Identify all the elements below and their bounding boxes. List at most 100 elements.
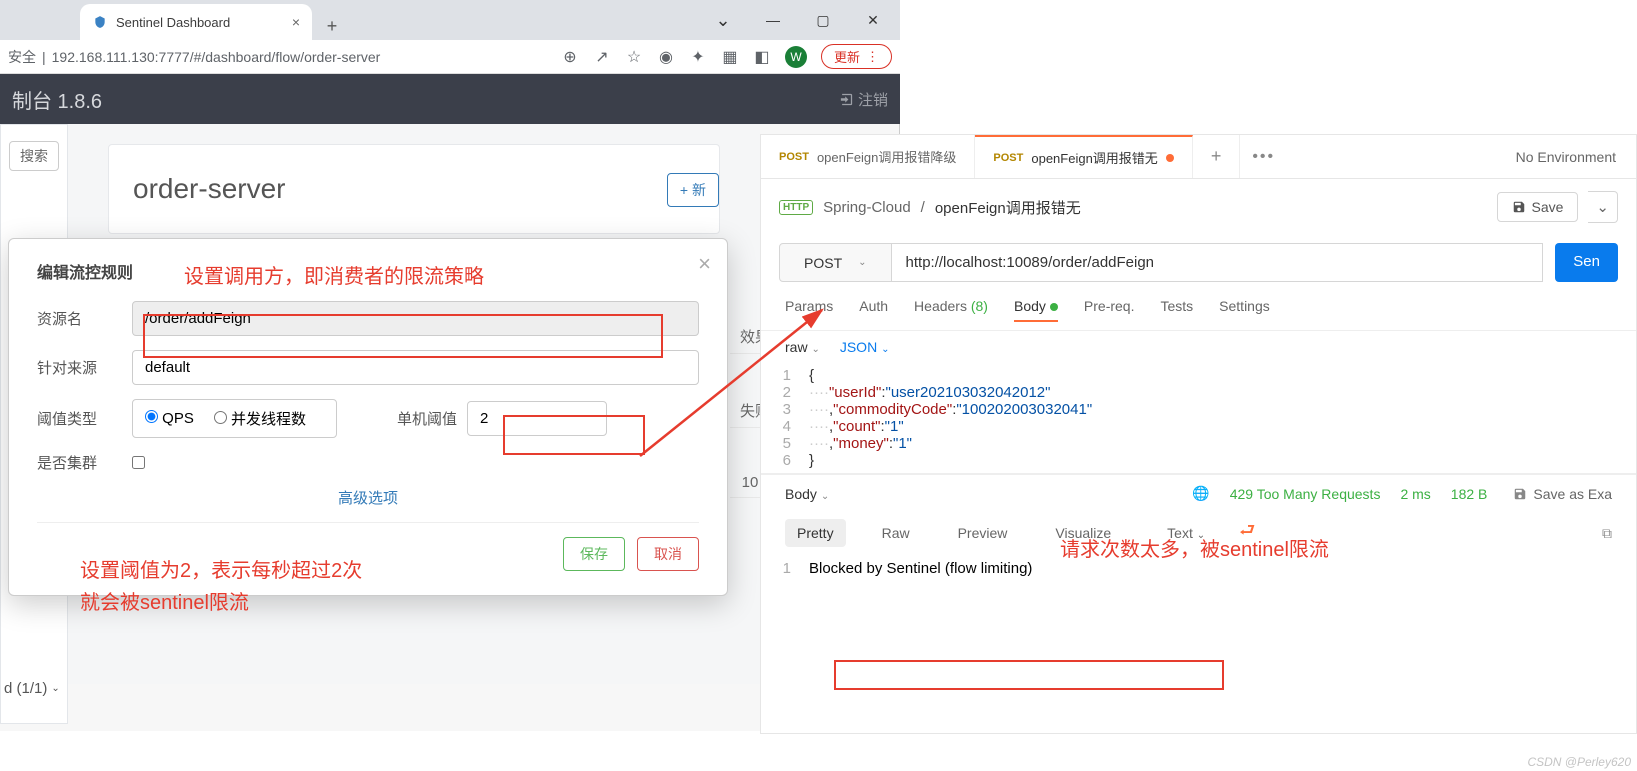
tab-body[interactable]: Body — [1014, 298, 1058, 322]
postman-window: POST openFeign调用报错降级 POST openFeign调用报错无… — [760, 134, 1637, 734]
advanced-link[interactable]: 高级选项 — [37, 487, 699, 508]
search-input[interactable]: 搜索 — [9, 141, 59, 171]
tab-prereq[interactable]: Pre-req. — [1084, 298, 1135, 322]
favicon-icon — [92, 14, 108, 30]
maximize-icon[interactable]: ▢ — [808, 12, 838, 29]
origin-input[interactable] — [132, 350, 699, 385]
window-controls: ⌄ ― ▢ ✕ — [696, 0, 900, 40]
share-icon[interactable]: ↗ — [593, 48, 611, 66]
postman-tabs: POST openFeign调用报错降级 POST openFeign调用报错无… — [761, 135, 1636, 179]
origin-label: 针对来源 — [37, 357, 132, 378]
response-meta: Body ⌄ 🌐 429 Too Many Requests 2 ms 182 … — [761, 474, 1636, 512]
resp-tab-preview[interactable]: Preview — [946, 519, 1020, 547]
tab-settings[interactable]: Settings — [1219, 298, 1270, 322]
request-name[interactable]: openFeign调用报错无 — [935, 197, 1081, 218]
pager-label[interactable]: d (1/1)⌄ — [0, 676, 64, 701]
card: order-server + 新 — [108, 144, 720, 234]
resp-format-text[interactable]: Text ⌄ — [1167, 525, 1205, 541]
resp-tab-pretty[interactable]: Pretty — [785, 519, 846, 547]
tab-headers[interactable]: Headers (8) — [914, 298, 988, 322]
sentinel-header: 制台 1.8.6 注销 — [0, 74, 900, 124]
response-body[interactable]: 1Blocked by Sentinel (flow limiting) — [761, 554, 1636, 583]
logout-link[interactable]: 注销 — [839, 89, 888, 110]
cancel-button[interactable]: 取消 — [637, 537, 699, 571]
watermark: CSDN @Perley620 — [1527, 755, 1631, 769]
wrap-lines-icon[interactable]: ⮐ — [1239, 518, 1255, 548]
profile-avatar[interactable]: W — [785, 46, 807, 68]
body-indicator-icon — [1050, 303, 1058, 311]
blank-tab-space — [0, 4, 80, 40]
method-selector[interactable]: POST⌄ — [779, 243, 892, 282]
minimize-icon[interactable]: ― — [758, 12, 788, 28]
extensions-icon[interactable]: ✦ — [689, 48, 707, 66]
dropdown-icon[interactable]: ⌄ — [708, 10, 738, 31]
save-button[interactable]: Save — [1497, 192, 1579, 222]
translate-icon[interactable]: ⊕ — [561, 48, 579, 66]
star-icon[interactable]: ☆ — [625, 48, 643, 66]
brand-title: 制台 1.8.6 — [12, 85, 102, 114]
tab-params[interactable]: Params — [785, 298, 833, 322]
resource-label: 资源名 — [37, 308, 132, 329]
save-as-example[interactable]: Save as Exa — [1513, 486, 1612, 502]
url-row: POST⌄ Sen — [761, 235, 1636, 290]
radio-thread[interactable]: 并发线程数 — [214, 408, 306, 429]
save-button[interactable]: 保存 — [563, 537, 625, 571]
cluster-checkbox[interactable] — [132, 456, 145, 469]
response-size: 182 B — [1451, 486, 1488, 502]
spiral-icon[interactable]: ◉ — [657, 48, 675, 66]
apps-icon[interactable]: ▦ — [721, 48, 739, 66]
environment-selector[interactable]: No Environment — [1496, 149, 1636, 165]
modal-title: 编辑流控规则 — [37, 259, 699, 283]
unsaved-dot-icon — [1166, 154, 1174, 162]
edit-flow-rule-modal: 编辑流控规则 × 资源名 针对来源 阈值类型 QPS 并发线程数 单机阈值 是否… — [8, 238, 728, 596]
postman-tab-1[interactable]: POST openFeign调用报错降级 — [761, 135, 975, 178]
body-type-bar: raw ⌄ JSON ⌄ — [761, 331, 1636, 363]
radio-qps[interactable]: QPS — [145, 410, 194, 427]
type-label: 阈值类型 — [37, 408, 132, 429]
breadcrumb-bar: HTTP Spring-Cloud / openFeign调用报错无 Save … — [761, 179, 1636, 235]
threshold-input[interactable] — [467, 401, 607, 436]
tab-tests[interactable]: Tests — [1160, 298, 1193, 322]
tab-strip: Sentinel Dashboard × + ⌄ ― ▢ ✕ — [0, 0, 900, 40]
modal-divider — [37, 522, 699, 523]
request-url-input[interactable] — [892, 243, 1544, 282]
tab-auth[interactable]: Auth — [859, 298, 888, 322]
threshold-label: 单机阈值 — [377, 408, 467, 429]
body-raw[interactable]: raw ⌄ — [785, 339, 820, 355]
new-tab-button[interactable]: + — [318, 12, 346, 40]
postman-tab-2[interactable]: POST openFeign调用报错无 — [975, 135, 1192, 178]
extension2-icon[interactable]: ◧ — [753, 48, 771, 66]
cluster-label: 是否集群 — [37, 452, 132, 473]
close-icon[interactable]: × — [698, 251, 711, 277]
collection-name[interactable]: Spring-Cloud — [823, 199, 911, 216]
request-body-editor[interactable]: 1{ 2····"userId":"user202103032042012" 3… — [761, 363, 1636, 474]
close-window-icon[interactable]: ✕ — [858, 12, 888, 29]
url-bar: 安全 | 192.168.111.130:7777/#/dashboard/fl… — [0, 40, 900, 74]
resource-input[interactable] — [132, 301, 699, 336]
response-tabs: Pretty Raw Preview Visualize Text ⌄ ⮐ ⧉ — [761, 512, 1636, 554]
save-dropdown[interactable]: ⌄ — [1588, 191, 1618, 223]
request-tabs: Params Auth Headers (8) Body Pre-req. Te… — [761, 290, 1636, 331]
url-divider: | — [36, 49, 52, 65]
update-button[interactable]: 更新⋮ — [821, 44, 892, 69]
more-tabs-icon[interactable]: ••• — [1240, 148, 1287, 166]
page-title: order-server — [133, 173, 695, 205]
globe-icon[interactable]: 🌐 — [1192, 485, 1209, 502]
security-label: 安全 — [8, 47, 36, 67]
tab-title: Sentinel Dashboard — [116, 15, 230, 30]
body-json[interactable]: JSON ⌄ — [840, 339, 890, 355]
url-actions: ⊕ ↗ ☆ ◉ ✦ ▦ ◧ W 更新⋮ — [561, 44, 892, 69]
response-body-label[interactable]: Body ⌄ — [785, 486, 829, 502]
http-badge-icon: HTTP — [779, 200, 813, 215]
threshold-type-group: QPS 并发线程数 — [132, 399, 337, 438]
send-button[interactable]: Sen — [1555, 243, 1618, 282]
copy-icon[interactable]: ⧉ — [1602, 525, 1612, 542]
url-text[interactable]: 192.168.111.130:7777/#/dashboard/flow/or… — [52, 49, 381, 65]
add-rule-button[interactable]: + 新 — [667, 173, 719, 207]
response-time: 2 ms — [1400, 486, 1430, 502]
browser-tab[interactable]: Sentinel Dashboard × — [80, 4, 312, 40]
resp-tab-raw[interactable]: Raw — [870, 519, 922, 547]
close-tab-icon[interactable]: × — [292, 14, 300, 30]
new-request-tab[interactable]: + — [1193, 135, 1241, 178]
resp-tab-visualize[interactable]: Visualize — [1043, 519, 1123, 547]
